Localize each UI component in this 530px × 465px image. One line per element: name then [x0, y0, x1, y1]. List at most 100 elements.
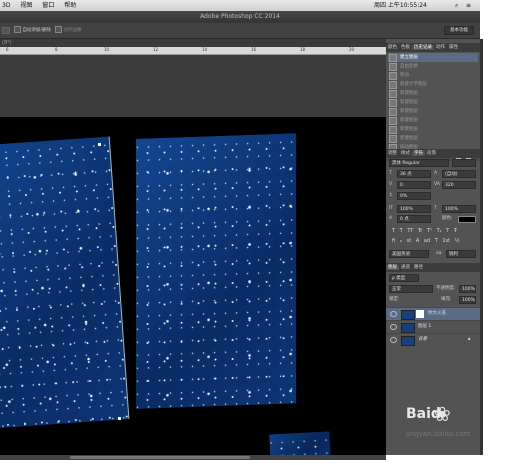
horizontal-scale-icon: T: [434, 206, 437, 211]
font-size-field[interactable]: 36 点: [397, 170, 431, 178]
kerning-field[interactable]: 0: [397, 181, 431, 189]
layer-name: 背景: [418, 337, 427, 342]
ruler-tick: 16: [251, 47, 257, 52]
aa-icon: aa: [436, 251, 442, 256]
transform-handle[interactable]: [98, 143, 101, 146]
layer-row[interactable]: 图层 1: [386, 320, 480, 333]
canvas[interactable]: [0, 55, 386, 455]
scrollbar-thumb[interactable]: [70, 456, 250, 459]
language-select[interactable]: 美国英语: [389, 250, 429, 258]
history-state-icon: [389, 126, 397, 134]
auto-add-label: 自动添加/删除: [22, 28, 51, 33]
tab-layers[interactable]: 图层: [386, 265, 399, 270]
vertical-scale-field[interactable]: 100%: [397, 205, 431, 213]
leading-icon: A: [434, 171, 438, 176]
tab-adjustments[interactable]: 调整: [386, 151, 399, 156]
history-item[interactable]: 新建图层: [388, 125, 478, 134]
history-item[interactable]: 建立图层: [388, 53, 478, 62]
leading-field[interactable]: (自动): [442, 170, 476, 178]
menu-3d[interactable]: 3D: [2, 0, 10, 11]
eye-icon[interactable]: [390, 311, 397, 317]
ruler-tick: 14: [202, 47, 208, 52]
lock-icon: 🔒︎: [468, 337, 471, 342]
tab-channels[interactable]: 通道: [399, 265, 412, 270]
tab-history[interactable]: 历史记录: [412, 45, 434, 50]
menu-window[interactable]: 窗口: [42, 0, 54, 11]
history-item[interactable]: 新建图层: [388, 107, 478, 116]
font-style-select[interactable]: [452, 159, 476, 167]
align-edges-label: 对齐边缘: [63, 28, 82, 33]
search-icon[interactable]: ⌕: [455, 0, 458, 11]
ruler-tick: 18: [300, 47, 306, 52]
panel-edge: [480, 39, 483, 455]
history-panel-tabs: 颜色 色板 历史记录 动作 属性: [386, 43, 480, 52]
workspace-select[interactable]: 基本功能: [444, 26, 474, 35]
tracking-icon: VA: [434, 182, 440, 187]
arrow-icon[interactable]: [2, 27, 10, 34]
color-label: 颜色:: [442, 216, 453, 221]
history-item[interactable]: 自由变换: [388, 62, 478, 71]
transform-handle[interactable]: [118, 417, 121, 420]
tab-swatches[interactable]: 色板: [399, 45, 412, 50]
eye-icon[interactable]: [390, 324, 397, 330]
ruler-tick: 8: [55, 47, 58, 52]
glyph-style-buttons[interactable]: T T TT Tr T¹ T₁ T Ŧ: [392, 228, 476, 236]
tab-properties[interactable]: 属性: [447, 45, 460, 50]
tsume-field[interactable]: 0%: [397, 192, 431, 200]
opentype-buttons[interactable]: fi ℴ st A ad T 1st ½: [392, 238, 476, 246]
opacity-label: 不透明度:: [436, 286, 456, 291]
tab-paths[interactable]: 路径: [412, 265, 425, 270]
horizontal-scale-field[interactable]: 100%: [442, 205, 476, 213]
history-state-icon: [389, 99, 397, 107]
layer-row[interactable]: 你文火盖: [386, 307, 480, 320]
opacity-field[interactable]: 100%: [459, 285, 476, 293]
history-state-icon: [389, 54, 397, 62]
document-tab[interactable]: (8*): [0, 39, 386, 47]
history-state-icon: [389, 72, 397, 80]
baseline-field[interactable]: 0 点: [397, 215, 431, 223]
tab-actions[interactable]: 动作: [434, 45, 447, 50]
horizontal-scrollbar[interactable]: [0, 455, 386, 460]
layer-row[interactable]: 背景 🔒︎: [386, 333, 480, 346]
list-icon[interactable]: ≡: [466, 0, 471, 11]
tab-character[interactable]: 字符: [412, 151, 425, 156]
layers-panel-tabs: 图层 通道 路径: [386, 263, 480, 272]
antialias-select[interactable]: 锐利: [446, 250, 476, 258]
fill-field[interactable]: 100%: [459, 296, 476, 304]
eye-icon[interactable]: [390, 337, 397, 343]
layer-filter-select[interactable]: ρ 类型: [389, 274, 419, 282]
layer-thumbnail: [401, 323, 415, 333]
text-color-swatch[interactable]: [458, 216, 476, 223]
tab-color[interactable]: 颜色: [386, 45, 399, 50]
layer-name: 图层 1: [418, 324, 432, 329]
history-item[interactable]: 新建图层: [388, 89, 478, 98]
canvas-background: [0, 55, 386, 117]
fill-label: 填充:: [441, 297, 452, 302]
auto-add-delete-option[interactable]: 自动添加/删除: [14, 26, 51, 35]
auto-add-checkbox[interactable]: [14, 26, 21, 33]
tab-styles[interactable]: 样式: [399, 151, 412, 156]
menu-view[interactable]: 视图: [20, 0, 32, 11]
window-title: Adobe Photoshop CC 2014: [200, 13, 280, 20]
history-item[interactable]: 新建图层: [388, 116, 478, 125]
history-item[interactable]: 新建图层: [388, 98, 478, 107]
blend-mode-select[interactable]: 正常: [389, 285, 433, 293]
baseline-icon: A: [389, 216, 393, 221]
history-item[interactable]: 新建图层: [388, 134, 478, 143]
star-panel-left[interactable]: [0, 136, 130, 430]
menu-help[interactable]: 帮助: [64, 0, 76, 11]
document-tab-label: (8*): [2, 40, 12, 46]
history-item[interactable]: 移动: [388, 71, 478, 80]
star-panel-right[interactable]: [136, 133, 297, 409]
history-item[interactable]: 新建文字图层: [388, 80, 478, 89]
align-edges-option[interactable]: 对齐边缘: [55, 26, 81, 35]
character-panel-tabs: 调整 样式 字符 段落: [386, 149, 480, 158]
font-family-select[interactable]: 黑体 Regular: [389, 159, 449, 167]
layer-mask-thumbnail: [416, 310, 424, 318]
ruler-tick: 6: [6, 47, 9, 52]
align-edges-checkbox[interactable]: [55, 26, 62, 33]
menu-bar: 3D 视图 窗口 帮助 周四 上午10:55:24 ⌕ ≡: [0, 0, 480, 11]
tab-paragraph[interactable]: 段落: [425, 151, 438, 156]
tracking-field[interactable]: 320: [442, 181, 476, 189]
history-state-icon: [389, 108, 397, 116]
